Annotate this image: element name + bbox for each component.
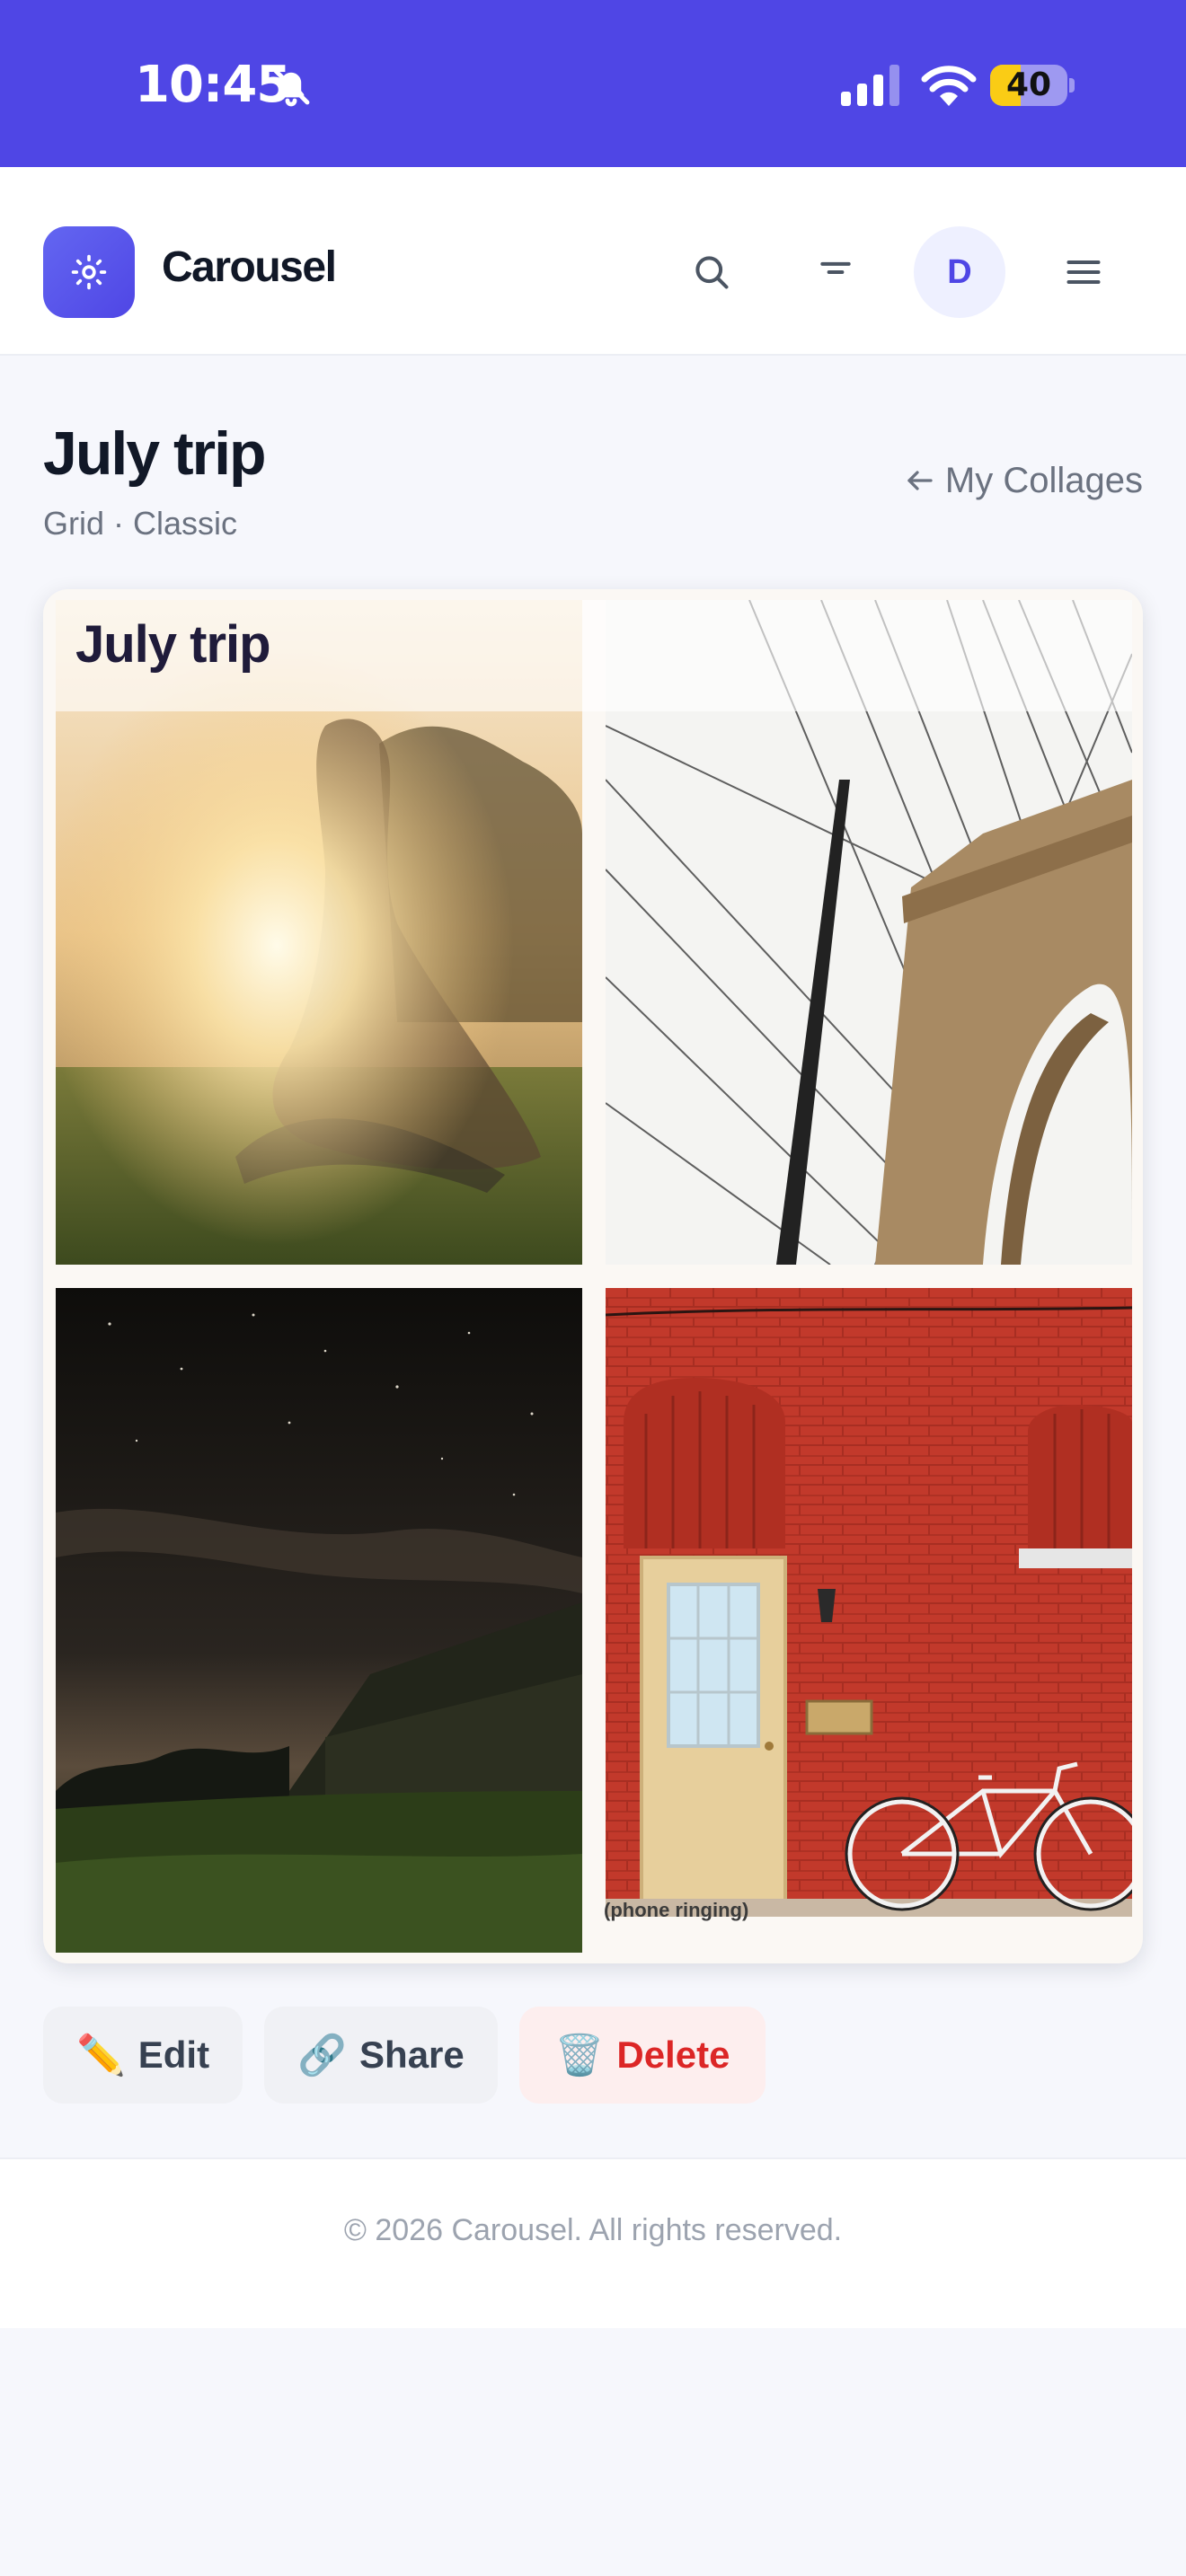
menu-icon — [1067, 260, 1101, 285]
avatar[interactable]: D — [914, 226, 1005, 318]
status-bar: 10:45 40 — [0, 0, 1186, 167]
filter-button[interactable] — [790, 226, 881, 318]
wifi-icon — [921, 66, 977, 106]
menu-button[interactable] — [1038, 226, 1129, 318]
copyright-text: © 2026 Carousel. All rights reserved. — [343, 2213, 843, 2247]
page-subtitle: Grid · Classic — [43, 505, 238, 542]
photo-red-brick-wall[interactable] — [606, 1288, 1132, 1917]
back-link[interactable]: My Collages — [904, 458, 1143, 503]
trash-icon: 🗑️ — [554, 2033, 605, 2078]
pencil-icon: ✏️ — [75, 2033, 126, 2078]
edit-label: Edit — [137, 2033, 210, 2076]
filter-icon — [820, 261, 851, 275]
battery-icon: 40 — [990, 65, 1075, 106]
search-icon — [695, 256, 729, 289]
brand-name[interactable]: Carousel — [162, 243, 337, 292]
signal-icon — [841, 65, 899, 106]
arrow-left-icon — [907, 471, 933, 490]
share-label: Share — [359, 2033, 465, 2076]
page-title: July trip — [43, 419, 266, 488]
photo-barn-night[interactable] — [56, 1288, 582, 1953]
collage-title: July trip — [75, 615, 271, 674]
back-link-label: My Collages — [944, 460, 1143, 500]
collage-caption: (phone ringing) — [604, 1899, 749, 1921]
delete-button[interactable]: 🗑️ Delete — [519, 2007, 766, 2104]
edit-button[interactable]: ✏️ Edit — [43, 2007, 243, 2104]
search-button[interactable] — [666, 226, 757, 318]
battery-text: 40 — [1005, 66, 1052, 103]
footer: © 2026 Carousel. All rights reserved. — [0, 2157, 1186, 2328]
share-button[interactable]: 🔗 Share — [264, 2007, 498, 2104]
link-icon: 🔗 — [297, 2033, 348, 2078]
status-time: 10:45 — [135, 56, 291, 114]
bell-slash-icon — [272, 67, 310, 107]
logo-icon[interactable] — [43, 226, 135, 318]
app-header: Carousel D — [0, 167, 1186, 356]
delete-label: Delete — [616, 2033, 730, 2076]
collage-card[interactable]: July trip (phone ringing) — [43, 589, 1143, 1963]
